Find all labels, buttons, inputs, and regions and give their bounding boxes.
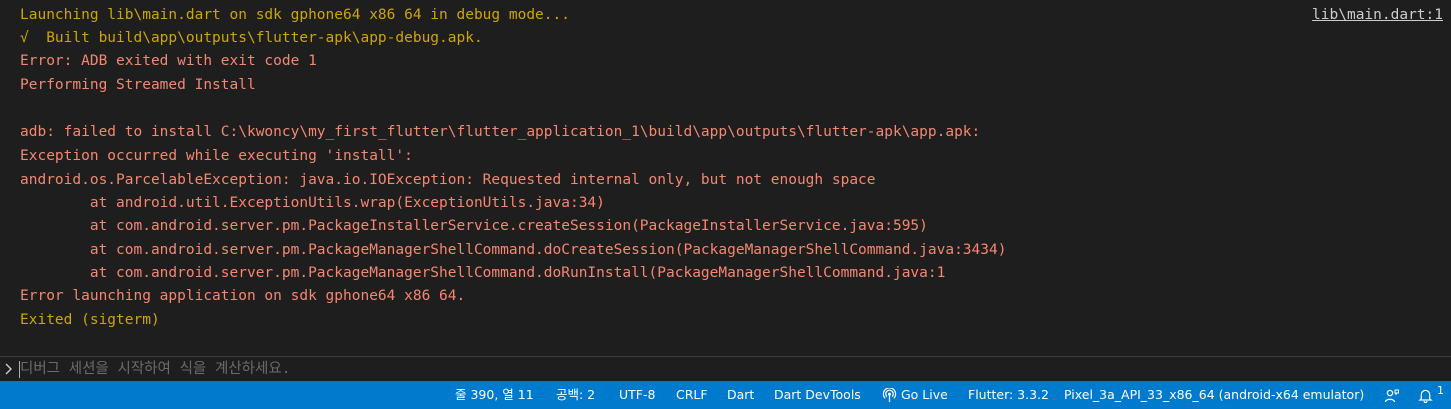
console-line: at com.android.server.pm.PackageManagerS… (20, 242, 1007, 258)
status-bar: 줄 390, 열 11 공백: 2 UTF-8 CRLF Dart Dart D… (0, 381, 1451, 409)
console-line: at android.util.ExceptionUtils.wrap(Exce… (20, 195, 605, 211)
language-mode-indicator[interactable]: Dart (727, 381, 754, 409)
feedback-person-icon (1384, 387, 1400, 402)
repl-input-bar (0, 356, 1451, 381)
console-line: Exited (sigterm) (20, 312, 160, 328)
console-line: adb: failed to install C:\kwoncy\my_firs… (20, 124, 981, 140)
go-live-label: Go Live (900, 387, 948, 402)
device-selector[interactable]: Pixel_3a_API_33_x86_64 (android-x64 emul… (1064, 381, 1364, 409)
console-line: Exception occurred while executing 'inst… (20, 148, 413, 164)
console-line: √ Built build\app\outputs\flutter-apk\ap… (20, 30, 483, 46)
debug-console-output: Launching lib\main.dart on sdk gphone64 … (0, 0, 1451, 352)
feedback-button[interactable] (1384, 381, 1400, 409)
console-line: android.os.ParcelableException: java.io.… (20, 172, 876, 188)
notification-count: 1 (1436, 384, 1444, 397)
debug-console-panel: Launching lib\main.dart on sdk gphone64 … (0, 0, 1451, 409)
indentation-indicator[interactable]: 공백: 2 (556, 381, 595, 409)
console-line: Error: ADB exited with exit code 1 (20, 53, 317, 69)
console-line: Error launching application on sdk gphon… (20, 288, 466, 304)
notifications-button[interactable]: 1 (1418, 381, 1444, 409)
bell-icon (1418, 387, 1437, 404)
encoding-indicator[interactable]: UTF-8 (619, 381, 655, 409)
dart-devtools-button[interactable]: Dart DevTools (774, 381, 861, 409)
source-location-link[interactable]: lib\main.dart:1 (1312, 4, 1443, 26)
flutter-version-indicator[interactable]: Flutter: 3.3.2 (968, 381, 1049, 409)
cursor-position-indicator[interactable]: 줄 390, 열 11 (455, 381, 534, 409)
repl-expression-input[interactable] (20, 358, 1420, 380)
chevron-right-icon (2, 361, 16, 375)
line-ending-indicator[interactable]: CRLF (676, 381, 708, 409)
console-line: Performing Streamed Install (20, 77, 256, 93)
console-line: at com.android.server.pm.PackageManagerS… (20, 265, 946, 281)
go-live-button[interactable]: Go Live (882, 381, 948, 409)
broadcast-icon (882, 387, 901, 403)
console-line: Launching lib\main.dart on sdk gphone64 … (20, 7, 570, 23)
console-line: at com.android.server.pm.PackageInstalle… (20, 218, 928, 234)
